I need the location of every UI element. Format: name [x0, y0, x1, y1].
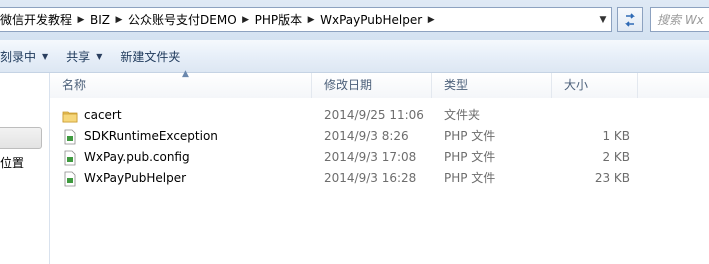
file-type: PHP 文件 — [444, 150, 496, 164]
php-file-icon — [62, 171, 78, 187]
nav-item-selected[interactable] — [0, 127, 42, 149]
column-header-type[interactable]: 类型 — [432, 73, 552, 98]
share-button[interactable]: 共享 ▼ — [57, 44, 111, 68]
address-bar[interactable]: 微信开发教程 ▶ BIZ ▶ 公众账号支付DEMO ▶ PHP版本 ▶ WxPa… — [0, 7, 612, 32]
file-type: PHP 文件 — [444, 171, 496, 185]
file-modified: 2014/9/3 17:08 — [324, 150, 417, 164]
file-modified: 2014/9/25 11:06 — [324, 108, 424, 122]
new-folder-label: 新建文件夹 — [120, 49, 181, 64]
file-size — [558, 105, 630, 126]
breadcrumb-item[interactable]: BIZ — [86, 13, 114, 27]
file-modified: 2014/9/3 8:26 — [324, 129, 409, 143]
breadcrumb-separator-icon[interactable]: ▶ — [241, 15, 251, 25]
column-header-modified[interactable]: 修改日期 — [312, 73, 432, 98]
file-list: ▲ 名称 修改日期 类型 大小 cacert 2014/9/25 11:06 文… — [50, 69, 709, 264]
refresh-icon — [625, 12, 635, 27]
folder-icon — [62, 108, 78, 124]
php-file-icon — [62, 129, 78, 145]
nav-item-label[interactable]: 位置 — [0, 154, 24, 171]
file-name: SDKRuntimeException — [84, 129, 218, 143]
new-folder-button[interactable]: 新建文件夹 — [111, 44, 189, 68]
chevron-down-icon: ▼ — [42, 51, 49, 61]
column-header-name[interactable]: 名称 — [50, 73, 312, 98]
breadcrumb: 微信开发教程 ▶ BIZ ▶ 公众账号支付DEMO ▶ PHP版本 ▶ WxPa… — [0, 8, 436, 31]
breadcrumb-separator-icon[interactable]: ▶ — [114, 15, 124, 25]
burn-label: 刻录中 — [0, 49, 37, 64]
column-header-size[interactable]: 大小 — [552, 73, 638, 98]
file-size: 23 KB — [594, 171, 630, 185]
file-size: 1 KB — [602, 129, 630, 143]
file-modified: 2014/9/3 16:28 — [324, 171, 417, 185]
share-label: 共享 — [66, 49, 91, 64]
breadcrumb-item[interactable]: 公众账号支付DEMO — [124, 11, 241, 28]
chevron-down-icon: ▼ — [96, 51, 103, 61]
navigation-pane[interactable]: 位置 — [0, 73, 50, 264]
file-row[interactable]: cacert 2014/9/25 11:06 文件夹 — [50, 105, 709, 126]
php-file-icon — [62, 150, 78, 166]
breadcrumb-item[interactable]: 微信开发教程 — [0, 11, 76, 28]
breadcrumb-separator-icon[interactable]: ▶ — [76, 15, 86, 25]
burn-button[interactable]: 刻录中 ▼ — [0, 44, 57, 68]
breadcrumb-separator-icon[interactable]: ▶ — [426, 15, 436, 25]
column-header-row: ▲ 名称 修改日期 类型 大小 — [50, 69, 709, 98]
search-input[interactable] — [651, 8, 709, 31]
file-name: WxPayPubHelper — [84, 171, 187, 185]
file-type: PHP 文件 — [444, 129, 496, 143]
breadcrumb-item[interactable]: PHP版本 — [251, 11, 307, 28]
command-bar: 刻录中 ▼ 共享 ▼ 新建文件夹 — [0, 40, 709, 73]
file-row[interactable]: WxPay.pub.config 2014/9/3 17:08 PHP 文件 2… — [50, 147, 709, 168]
address-history-dropdown-icon[interactable]: ▼ — [595, 8, 611, 31]
file-name: WxPay.pub.config — [84, 150, 190, 164]
file-row[interactable]: WxPayPubHelper 2014/9/3 16:28 PHP 文件 23 … — [50, 168, 709, 189]
address-bar-area: 微信开发教程 ▶ BIZ ▶ 公众账号支付DEMO ▶ PHP版本 ▶ WxPa… — [0, 0, 709, 40]
file-name: cacert — [84, 108, 122, 122]
refresh-button[interactable] — [617, 7, 643, 32]
search-box[interactable] — [650, 7, 709, 32]
file-size: 2 KB — [602, 150, 630, 164]
file-row[interactable]: SDKRuntimeException 2014/9/3 8:26 PHP 文件… — [50, 126, 709, 147]
breadcrumb-separator-icon[interactable]: ▶ — [306, 15, 316, 25]
file-type: 文件夹 — [444, 108, 481, 122]
breadcrumb-item-current[interactable]: WxPayPubHelper — [316, 13, 426, 27]
